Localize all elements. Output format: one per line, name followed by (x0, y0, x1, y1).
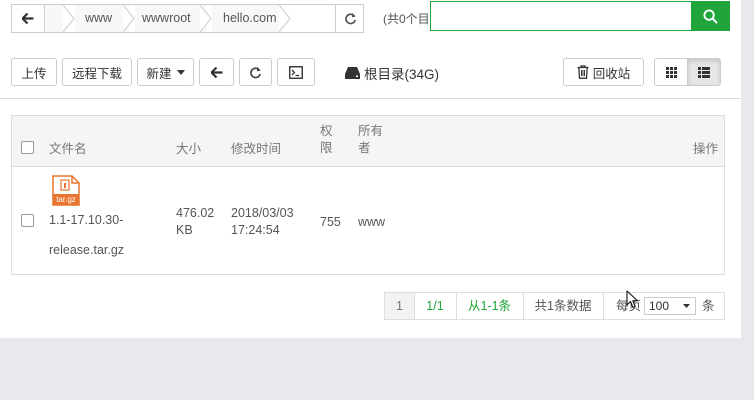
terminal-button[interactable] (277, 58, 315, 86)
breadcrumb-separator (279, 5, 291, 32)
disk-root-label: 根目录(34G) (364, 67, 440, 82)
path-bar: www wwwroot hello.com (11, 4, 364, 33)
header-modified[interactable]: 修改时间 (231, 141, 281, 158)
page-range: 从1-1条 (456, 293, 524, 319)
upload-button[interactable]: 上传 (11, 58, 57, 86)
file-size: 476.02 (176, 206, 215, 220)
page-current[interactable]: 1 (385, 293, 415, 319)
arrow-left-icon (22, 13, 34, 24)
header-size[interactable]: 大小 (176, 141, 201, 158)
search-button[interactable] (691, 1, 730, 31)
archive-icon-label: tar.gz (56, 195, 76, 204)
grid-view-icon (665, 66, 677, 78)
disk-root-link[interactable]: 根目录(34G) (345, 63, 439, 83)
refresh-path-button[interactable] (335, 5, 364, 32)
refresh-icon (250, 66, 261, 78)
remote-download-label: 远程下载 (71, 66, 122, 81)
breadcrumb-item-root[interactable] (45, 5, 65, 32)
header-actions: 操作 (693, 142, 719, 156)
back-button[interactable] (12, 5, 45, 32)
per-page-unit: 条 (702, 299, 715, 313)
refresh-icon (344, 12, 356, 25)
recycle-bin-label: 回收站 (592, 66, 631, 81)
search-icon (703, 8, 718, 24)
table-header: 文件名 大小 修改时间 权 限 所有 者 操作 (12, 116, 724, 167)
per-page-value: 100 (649, 299, 670, 313)
file-manager-panel: www wwwroot hello.com (共0个目 上传 远程下载 新建 根… (0, 0, 741, 338)
mouse-cursor-icon (626, 290, 639, 309)
refresh-list-button[interactable] (239, 58, 272, 86)
header-permission[interactable]: 权 限 (320, 123, 334, 157)
breadcrumb-separator (200, 5, 212, 32)
remote-download-button[interactable]: 远程下载 (62, 58, 132, 86)
caret-down-icon (683, 304, 690, 308)
file-date: 2018/03/03 (231, 206, 294, 220)
new-label: 新建 (146, 66, 172, 81)
arrow-left-icon (210, 66, 222, 78)
breadcrumb-empty[interactable] (291, 5, 333, 32)
search-input[interactable] (430, 1, 692, 31)
hdd-icon (345, 67, 360, 79)
upload-label: 上传 (21, 66, 47, 81)
file-table: 文件名 大小 修改时间 权 限 所有 者 操作 tar.gz 1.1-17.10… (11, 115, 725, 275)
file-time: 17:24:54 (231, 223, 280, 237)
trash-icon (577, 65, 589, 79)
terminal-icon (289, 65, 303, 79)
caret-down-icon (176, 69, 185, 75)
breadcrumb-separator (123, 5, 135, 32)
file-name[interactable]: 1.1-17.10.30- (49, 212, 123, 229)
back-dir-button[interactable] (199, 58, 234, 86)
page-total: 共1条数据 (523, 293, 604, 319)
toolbar-divider (0, 98, 741, 99)
select-all-checkbox[interactable] (21, 141, 34, 154)
grid-view-button[interactable] (654, 58, 688, 86)
new-dropdown-button[interactable]: 新建 (137, 58, 194, 86)
file-name-cont[interactable]: release.tar.gz (49, 242, 124, 259)
breadcrumb-separator (63, 5, 75, 32)
file-permission[interactable]: 755 (320, 214, 341, 231)
recycle-bin-button[interactable]: 回收站 (563, 58, 644, 86)
list-view-icon (698, 66, 710, 78)
list-view-button[interactable] (687, 58, 721, 86)
row-checkbox[interactable] (21, 214, 34, 227)
table-row[interactable]: tar.gz 1.1-17.10.30- release.tar.gz 476.… (12, 167, 724, 274)
file-size-unit: KB (176, 223, 193, 237)
header-owner[interactable]: 所有 者 (358, 123, 388, 157)
page-of-pages: 1/1 (414, 293, 457, 319)
breadcrumb-item-hello-com[interactable]: hello.com (212, 5, 282, 32)
file-owner[interactable]: www (358, 214, 385, 231)
breadcrumb-item-wwwroot[interactable]: wwwroot (135, 5, 207, 32)
archive-file-icon: tar.gz (52, 175, 80, 206)
per-page-select[interactable]: 100 (644, 297, 696, 315)
directory-count: (共0个目 (383, 12, 430, 26)
pagination: 1 1/1 从1-1条 共1条数据 每页 100 条 (384, 292, 725, 320)
header-filename[interactable]: 文件名 (49, 141, 87, 158)
breadcrumb-item-www[interactable]: www (75, 5, 129, 32)
